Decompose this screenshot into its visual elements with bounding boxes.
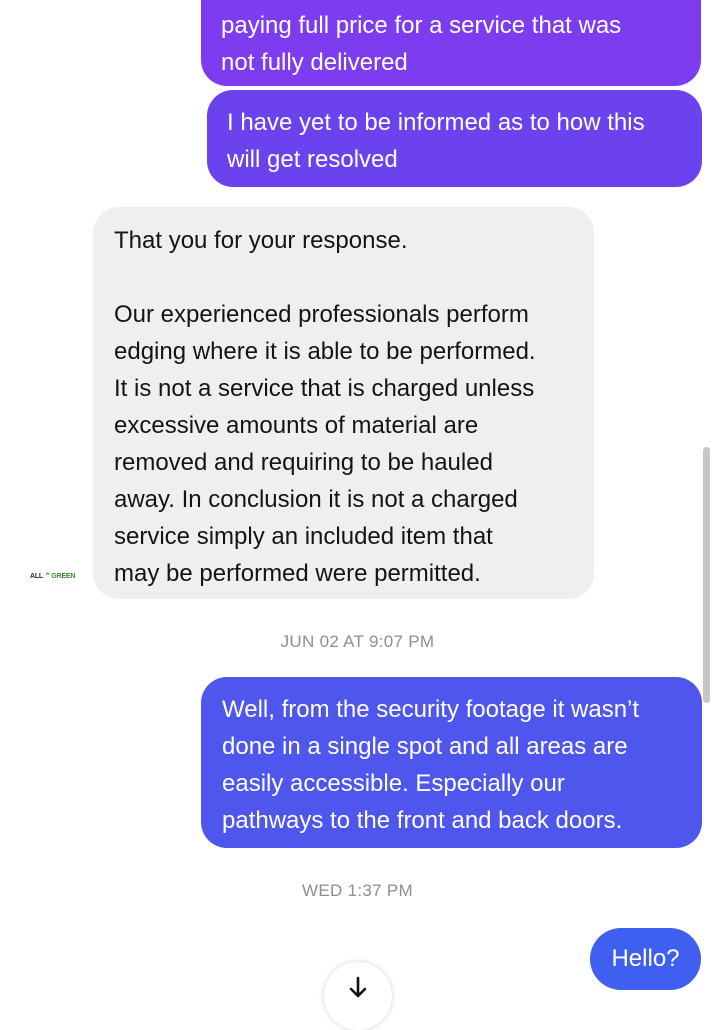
- outgoing-message-bubble[interactable]: paying full price for a service that was…: [201, 0, 701, 86]
- message-text: edging where it is able to be performed.: [114, 338, 536, 365]
- message-text: Hello?: [611, 945, 680, 972]
- message-text: Well, from the security footage it wasn’…: [222, 696, 640, 723]
- message-text: Our experienced professionals perform: [114, 301, 529, 328]
- message-text: may be performed were permitted.: [114, 560, 481, 587]
- message-text: will get resolved: [227, 146, 398, 173]
- message-timestamp: WED 1:37 PM: [302, 881, 413, 900]
- incoming-message-bubble[interactable]: That you for your response. Our experien…: [93, 207, 594, 599]
- message-text: removed and requiring to be hauled: [114, 449, 493, 476]
- logo-text-all: ALL: [30, 572, 44, 580]
- arrow-down-icon: [349, 976, 367, 998]
- message-text: That you for your response.: [114, 227, 408, 254]
- scrollbar[interactable]: [703, 447, 710, 703]
- message-text: paying full price for a service that was: [221, 12, 622, 39]
- outgoing-message-bubble[interactable]: Well, from the security footage it wasn’…: [201, 677, 702, 848]
- leaf-icon: ⌃: [44, 570, 52, 581]
- sender-avatar-logo[interactable]: ALL ⌃ GREEN: [30, 570, 76, 582]
- message-text: away. In conclusion it is not a charged: [114, 486, 518, 513]
- message-text: I have yet to be informed as to how this: [227, 109, 645, 136]
- message-text: not fully delivered: [221, 49, 408, 76]
- logo-text-green: GREEN: [51, 572, 76, 580]
- scroll-to-bottom-button[interactable]: [324, 962, 392, 1030]
- outgoing-message-bubble[interactable]: I have yet to be informed as to how this…: [207, 90, 702, 187]
- message-text: excessive amounts of material are: [114, 412, 479, 439]
- message-text: service simply an included item that: [114, 523, 493, 550]
- message-text: pathways to the front and back doors.: [222, 807, 623, 834]
- message-text: done in a single spot and all areas are: [222, 733, 628, 760]
- message-text: easily accessible. Especially our: [222, 770, 565, 797]
- outgoing-message-bubble[interactable]: Hello?: [590, 928, 701, 990]
- message-text: It is not a service that is charged unle…: [114, 375, 535, 402]
- message-timestamp: JUN 02 AT 9:07 PM: [280, 632, 435, 651]
